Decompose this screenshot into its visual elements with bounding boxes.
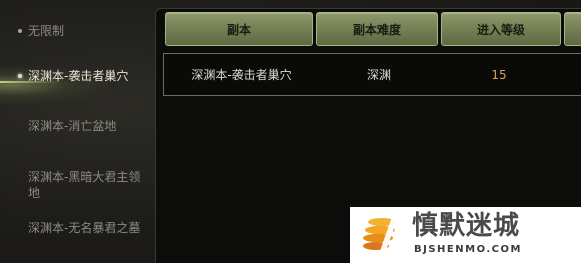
dungeon-sidebar: 无限制 深渊本-袭击者巢穴 深渊本-消亡盆地 深渊本-黑暗大君主领地 深渊本-无…: [0, 0, 150, 263]
sidebar-item-label: 深渊本-无名暴君之墓: [28, 221, 141, 235]
table-header: 副本 副本难度 进入等级: [165, 12, 581, 46]
watermark: 慎默迷城 BJSHENMO.COM: [350, 207, 581, 263]
sidebar-item-nameless-tyrant-tomb[interactable]: 深渊本-无名暴君之墓: [18, 220, 143, 236]
watermark-subtitle: BJSHENMO.COM: [414, 244, 522, 255]
cell-dungeon: 深渊本-袭击者巢穴: [191, 68, 292, 82]
bullet-icon: [18, 74, 22, 78]
sidebar-item-label: 无限制: [28, 24, 65, 38]
bullet-icon: [18, 29, 22, 33]
game-ui-screen: 无限制 深渊本-袭击者巢穴 深渊本-消亡盆地 深渊本-黑暗大君主领地 深渊本-无…: [0, 0, 581, 263]
sidebar-item-dark-overlord-domain[interactable]: 深渊本-黑暗大君主领地: [18, 169, 143, 201]
sidebar-item-perished-basin[interactable]: 深渊本-消亡盆地: [18, 118, 143, 134]
sidebar-item-label: 深渊本-黑暗大君主领地: [28, 170, 141, 200]
cell-difficulty: 深渊: [366, 68, 391, 82]
sidebar-item-unlimited[interactable]: 无限制: [18, 23, 143, 39]
watermark-title: 慎默迷城: [412, 211, 521, 241]
table-row[interactable]: 深渊本-袭击者巢穴 深渊 15: [163, 53, 581, 96]
column-header-extra[interactable]: [564, 12, 581, 46]
cell-entry-level: 15: [491, 67, 507, 82]
column-header-dungeon[interactable]: 副本: [165, 12, 313, 46]
sidebar-item-label: 深渊本-消亡盆地: [28, 119, 117, 133]
sidebar-item-raider-nest[interactable]: 深渊本-袭击者巢穴: [18, 68, 143, 84]
watermark-logo-icon: [363, 217, 398, 251]
column-header-entry-level[interactable]: 进入等级: [441, 12, 561, 46]
sidebar-item-label: 深渊本-袭击者巢穴: [28, 69, 129, 83]
column-header-difficulty[interactable]: 副本难度: [316, 12, 438, 46]
